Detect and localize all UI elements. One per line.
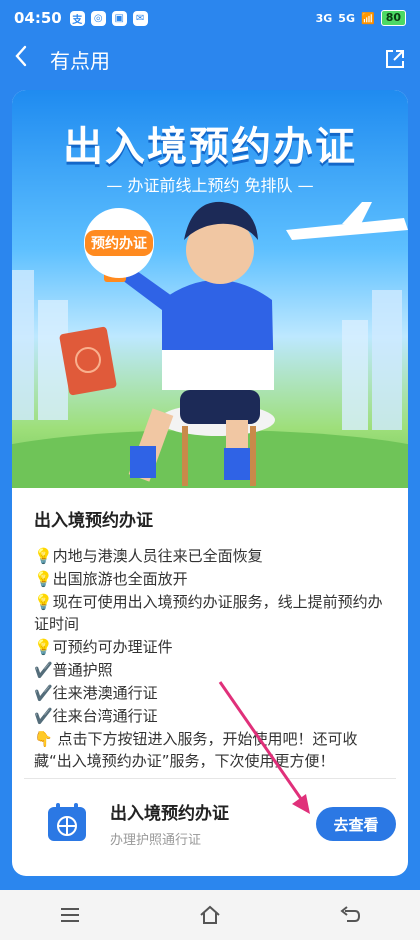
view-button[interactable]: 去查看	[316, 807, 396, 841]
home-button[interactable]	[195, 900, 225, 930]
article-line: 💡现在可使用出入境预约办证服务，线上提前预约办证时间	[34, 593, 383, 633]
article-lines: 💡内地与港澳人员往来已全面恢复 💡出国旅游也全面放开 💡现在可使用出入境预约办证…	[34, 545, 386, 772]
article-heading: 出入境预约办证	[34, 511, 153, 531]
share-button[interactable]	[384, 48, 406, 70]
chevron-left-icon	[15, 45, 27, 67]
battery-indicator: 80	[380, 10, 406, 26]
article-line: 💡可预约可办理证件	[34, 638, 173, 656]
article-line: 💡内地与港澳人员往来已全面恢复	[34, 547, 263, 565]
article-line: ✔️普通护照	[34, 661, 113, 679]
service-entry[interactable]: 出入境预约办证 办理护照通行证 去查看	[24, 778, 396, 867]
news-notify-icon: ▣	[111, 10, 127, 26]
article-line: 💡出国旅游也全面放开	[34, 570, 188, 588]
signal-5g: 5G	[338, 11, 355, 25]
menu-icon	[61, 908, 79, 922]
service-subtitle: 办理护照通行证	[110, 833, 202, 848]
article-line: ✔️往来港澳通行证	[34, 684, 158, 702]
back-nav-button[interactable]	[335, 900, 365, 930]
message-notify-icon: ✉	[132, 10, 148, 26]
service-title: 出入境预约办证	[110, 804, 229, 824]
article-line: ✔️往来台湾通行证	[34, 707, 158, 725]
status-right: 3G 5G 📶 80	[316, 10, 406, 26]
wifi-icon: 📶	[360, 11, 375, 25]
content-card: 出入境预约办证 — 办证前线上预约 免排队 — 预约办证 出入境预约办证 💡内地…	[12, 90, 408, 876]
menu-button[interactable]	[55, 900, 85, 930]
alipay-notify-icon: 支	[69, 10, 85, 26]
home-icon	[200, 905, 220, 924]
status-bar: 04:50 支 ◎ ▣ ✉ 3G 5G 📶 80	[0, 0, 420, 36]
system-nav-bar	[0, 890, 420, 940]
page-title: 有点用	[50, 48, 110, 73]
top-bar: 有点用	[0, 36, 420, 82]
app-notify-icon: ◎	[90, 10, 106, 26]
banner-illustration	[12, 201, 408, 488]
share-icon	[386, 50, 404, 68]
article-content: 出入境预约办证 💡内地与港澳人员往来已全面恢复 💡出国旅游也全面放开 💡现在可使…	[12, 488, 408, 773]
back-button[interactable]	[14, 45, 44, 73]
calendar-globe-icon	[48, 803, 86, 841]
return-icon	[340, 906, 361, 922]
signal-3g: 3G	[315, 11, 333, 25]
bubble-badge: 预约办证	[84, 208, 154, 278]
bubble-label: 预约办证	[85, 230, 153, 256]
banner-image: 出入境预约办证 — 办证前线上预约 免排队 — 预约办证	[12, 90, 408, 488]
article-line: 👇 点击下方按钮进入服务，开始使用吧！还可收藏“出入境预约办证”服务，下次使用更…	[34, 730, 358, 770]
status-time: 04:50	[14, 9, 62, 27]
